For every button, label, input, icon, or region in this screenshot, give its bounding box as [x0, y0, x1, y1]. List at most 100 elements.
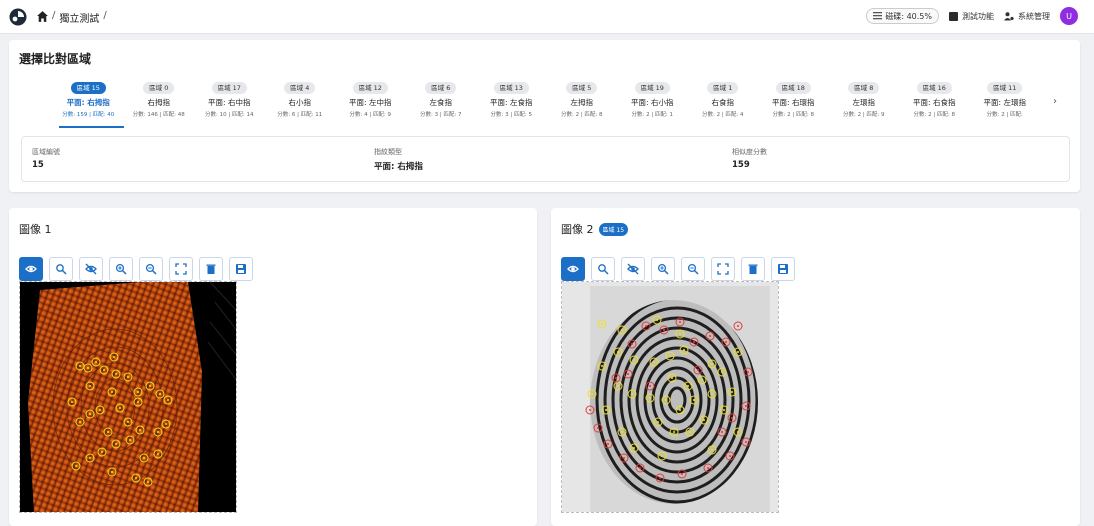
zoom-fit-icon [56, 264, 67, 275]
minutia-dot [111, 391, 113, 393]
region-tab[interactable]: 區域 5 左拇指 分數: 2 | 匹配: 8 [547, 82, 618, 124]
zoom-out-button[interactable] [139, 257, 163, 281]
region-score-match: 分數: 6 | 匹配: 11 [277, 112, 323, 118]
breadcrumb: / 獨立測試 / [52, 10, 107, 25]
info-label: 相似度分數 [732, 148, 767, 156]
zoom-fit-button[interactable] [49, 257, 73, 281]
minutia-dot [607, 443, 609, 445]
minutia-dot [683, 349, 685, 351]
region-tab[interactable]: 區域 15 平面: 右拇指 分數: 159 | 匹配: 40 [53, 82, 124, 128]
minutia-dot [697, 369, 699, 371]
image1-viewport[interactable] [19, 281, 237, 513]
minutia-dot [737, 351, 739, 353]
region-tab[interactable]: 區域 0 右拇指 分數: 146 | 匹配: 48 [124, 82, 195, 124]
minutia-dot [115, 373, 117, 375]
region-badge: 區域 17 [211, 82, 247, 94]
minutia-dot [617, 351, 619, 353]
minutia-dot [143, 457, 145, 459]
region-score-match: 分數: 2 | 匹配: 4 [701, 112, 744, 118]
region-tab[interactable]: 區域 4 右小指 分數: 6 | 匹配: 11 [265, 82, 336, 124]
minutia-dot [709, 335, 711, 337]
minutia-dot [107, 431, 109, 433]
fullscreen-button[interactable] [711, 257, 735, 281]
minutia-dot [673, 431, 675, 433]
zoom-in-button[interactable] [109, 257, 133, 281]
eye-button[interactable] [561, 257, 585, 281]
minutia-dot [115, 443, 117, 445]
region-finger-name: 右食指 [711, 98, 735, 107]
region-tab[interactable]: 區域 8 左環指 分數: 2 | 匹配: 9 [829, 82, 900, 124]
save-button[interactable] [771, 257, 795, 281]
fingerprint-image-1[interactable] [20, 282, 237, 513]
eye-off-icon [627, 263, 639, 275]
save-button[interactable] [229, 257, 253, 281]
menu-system-admin[interactable]: 系統管理 [1004, 11, 1050, 22]
info-score: 相似度分數 159 [732, 147, 767, 170]
region-badge: 區域 1 [707, 82, 739, 94]
avatar[interactable]: U [1060, 7, 1078, 25]
region-score-match: 分數: 2 | 匹配: 9 [842, 112, 885, 118]
minutia-dot [601, 323, 603, 325]
region-score-match: 分數: 4 | 匹配: 9 [349, 112, 392, 118]
minutia-dot [157, 453, 159, 455]
breadcrumb-item[interactable]: 獨立測試 [59, 10, 99, 25]
region-tab[interactable]: 區域 19 平面: 右小指 分數: 2 | 匹配: 1 [617, 82, 688, 124]
minutia-dot [99, 409, 101, 411]
eye-off-button[interactable] [79, 257, 103, 281]
image1-card: 圖像 1 [9, 208, 537, 526]
info-region-id: 區域編號 15 [32, 147, 60, 170]
region-finger-name: 平面: 右中指 [208, 98, 251, 107]
region-badge: 區域 13 [493, 82, 529, 94]
minutia-dot [167, 399, 169, 401]
minutia-dot [665, 399, 667, 401]
image2-viewport[interactable] [561, 281, 779, 513]
region-finger-name: 右拇指 [147, 98, 171, 107]
minutia-dot [693, 341, 695, 343]
region-tab[interactable]: 區域 11 平面: 左環指 分數: 2 | 匹配: [970, 82, 1041, 124]
progress-indicator[interactable]: 磁碟: 40.5% [866, 8, 939, 24]
minutia-dot [737, 431, 739, 433]
minutia-dot [656, 319, 658, 321]
eye-off-button[interactable] [621, 257, 645, 281]
region-finger-name: 左食指 [429, 98, 453, 107]
trash-button[interactable] [199, 257, 223, 281]
region-tab[interactable]: 區域 18 平面: 右環指 分數: 2 | 匹配: 8 [758, 82, 829, 124]
image2-title: 圖像 2 區域 15 [561, 221, 629, 237]
app-logo-icon[interactable] [9, 8, 27, 26]
region-tab[interactable]: 區域 12 平面: 左中指 分數: 4 | 匹配: 9 [335, 82, 406, 124]
region-score-match: 分數: 2 | 匹配: 8 [560, 112, 603, 118]
region-tab[interactable]: 區域 13 平面: 左食指 分數: 3 | 匹配: 5 [476, 82, 547, 124]
region-tab[interactable]: 區域 17 平面: 右中指 分數: 10 | 匹配: 14 [194, 82, 265, 124]
minutia-dot [605, 409, 607, 411]
fingerprint-image-2[interactable] [562, 282, 779, 513]
minutia-dot [737, 325, 739, 327]
region-tab[interactable]: 區域 16 平面: 右食指 分數: 2 | 匹配: 8 [899, 82, 970, 124]
minutia-dot [111, 471, 113, 473]
minutia-dot [103, 369, 105, 371]
region-finger-name: 平面: 右小指 [631, 98, 674, 107]
eye-icon [25, 265, 37, 273]
region-tab[interactable]: 區域 1 右食指分數: 2 | 匹配: 4 [688, 82, 759, 124]
zoom-fit-button[interactable] [591, 257, 615, 281]
minutia-dot [639, 467, 641, 469]
home-icon[interactable] [36, 10, 49, 23]
eye-button[interactable] [19, 257, 43, 281]
minutia-dot [139, 429, 141, 431]
minutia-dot [679, 321, 681, 323]
top-right-menu: 磁碟: 40.5% 測試功能 系統管理 U [866, 7, 1078, 25]
chevron-right-icon[interactable]: › [1053, 96, 1057, 107]
region-badge: 區域 4 [284, 82, 316, 94]
trash-icon [748, 264, 758, 274]
region-score-match: 分數: 146 | 匹配: 48 [132, 112, 185, 118]
zoom-in-button[interactable] [651, 257, 675, 281]
minutia-dot [711, 449, 713, 451]
region-score-match: 分數: 2 | 匹配: 8 [913, 112, 956, 118]
region-tab[interactable]: 區域 6 左食指 分數: 3 | 匹配: 7 [406, 82, 477, 124]
region-score-match: 分數: 2 | 匹配: 1 [631, 112, 674, 118]
trash-button[interactable] [741, 257, 765, 281]
fullscreen-button[interactable] [169, 257, 193, 281]
breadcrumb-separator: / [103, 10, 107, 21]
zoom-out-button[interactable] [681, 257, 705, 281]
minutia-dot [165, 423, 167, 425]
menu-test-features[interactable]: 測試功能 [949, 11, 994, 22]
